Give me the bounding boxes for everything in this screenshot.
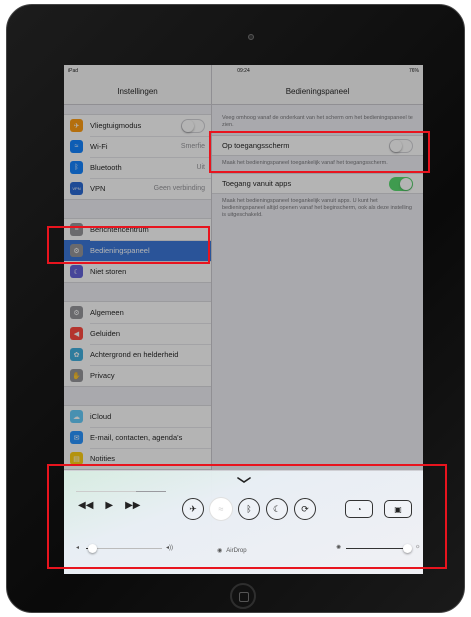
status-battery: 76% xyxy=(408,67,419,74)
highlight-control-center-panel xyxy=(47,464,447,569)
home-button[interactable] xyxy=(230,583,256,609)
highlight-lock-screen xyxy=(209,131,430,173)
dim-overlay xyxy=(64,65,423,470)
status-bar: iPad 09:24 76% xyxy=(64,65,423,76)
status-time: 09:24 xyxy=(237,67,250,74)
highlight-control-center-item xyxy=(47,226,210,264)
front-camera xyxy=(248,34,254,40)
status-carrier: iPad xyxy=(68,67,79,74)
